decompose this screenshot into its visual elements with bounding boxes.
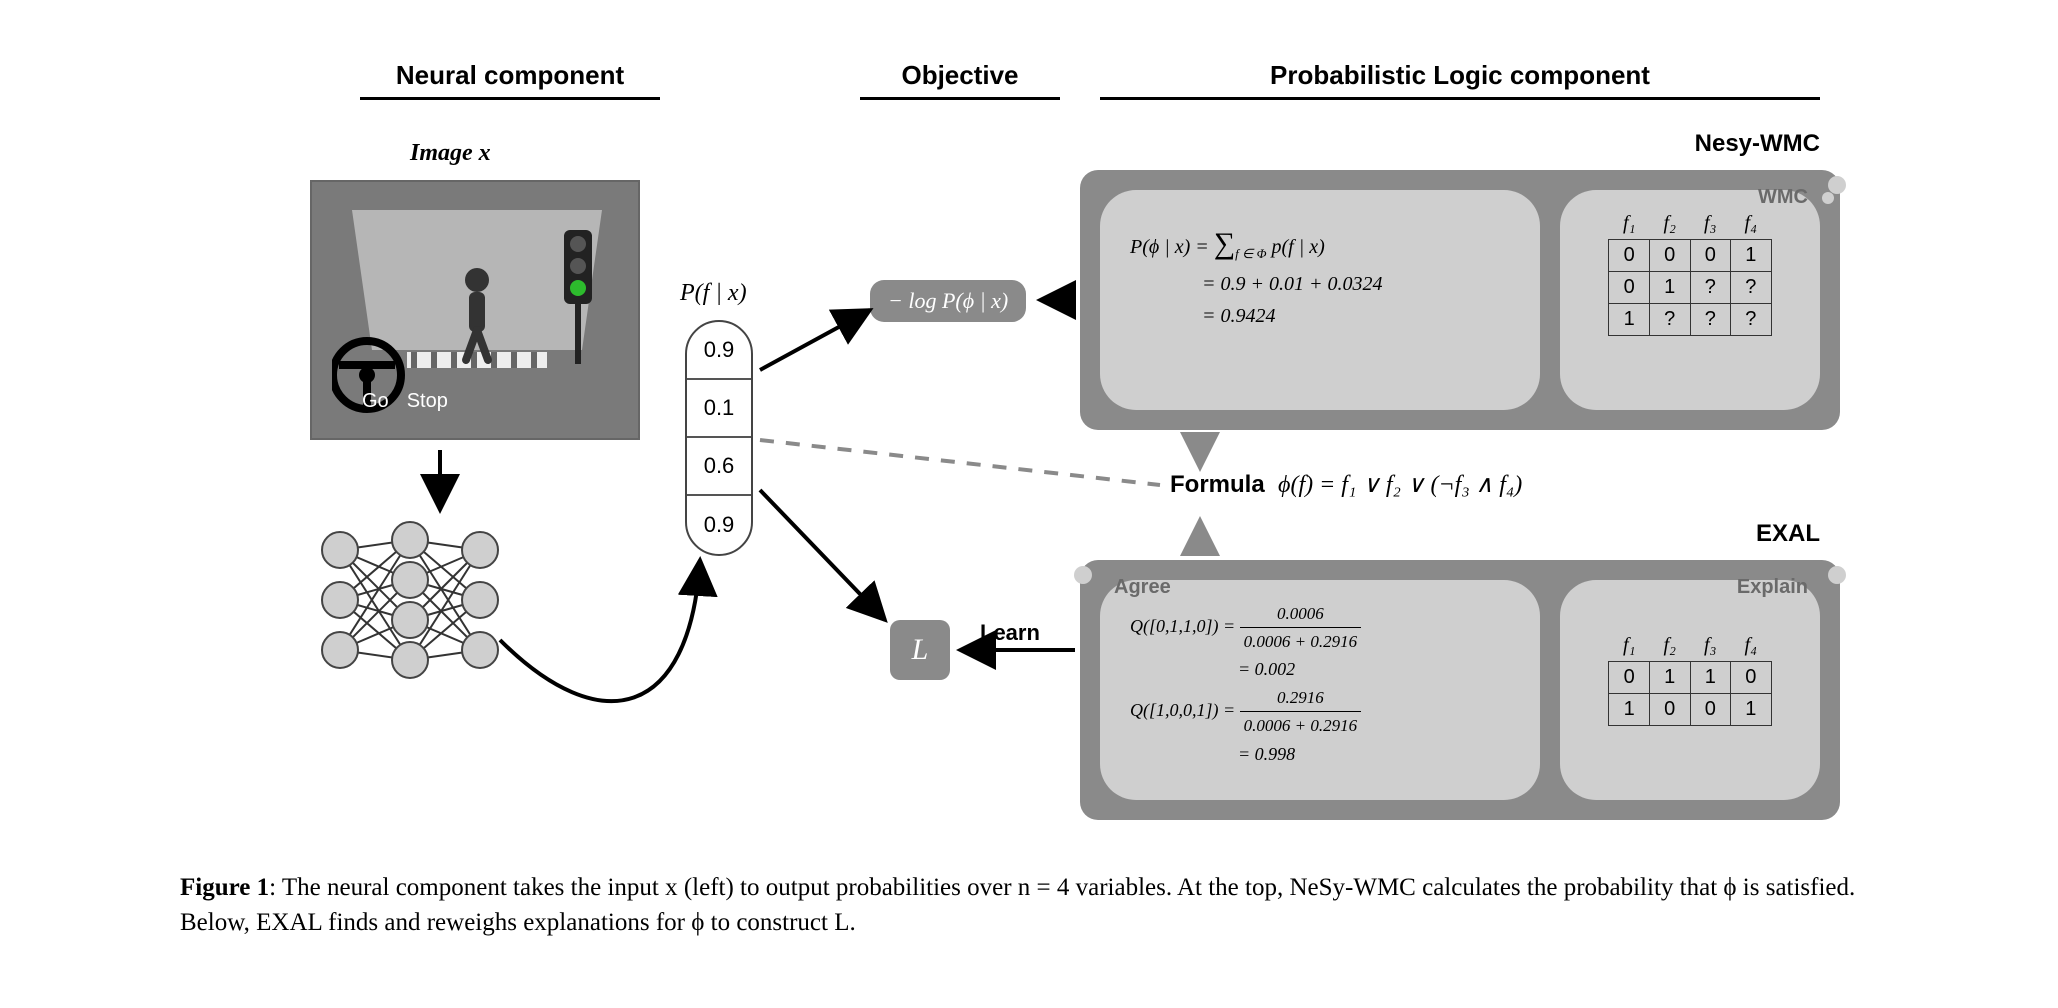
image-x-label: Image x	[410, 140, 491, 167]
td: 0	[1731, 662, 1772, 694]
q2-num: 0.2916	[1240, 684, 1361, 712]
td: ?	[1731, 272, 1772, 304]
td: 1	[1690, 662, 1731, 694]
nesy-wmc-panel: Nesy-WMC P(ϕ | x) = ∑f ∈ Φ p(f | x) = 0.…	[1080, 170, 1840, 430]
figure-caption: Figure 1: The neural component takes the…	[180, 870, 1880, 940]
th: f₁	[1609, 208, 1650, 240]
th: f₃	[1690, 208, 1731, 240]
td: 0	[1649, 240, 1690, 272]
header-objective: Objective	[860, 60, 1060, 100]
exal-title: EXAL	[1756, 520, 1820, 548]
q2-den: 0.0006 + 0.2916	[1240, 712, 1361, 739]
learn-label: Learn	[980, 620, 1040, 646]
formula-prefix: Formula	[1170, 471, 1265, 498]
prob-cell: 0.1	[687, 380, 751, 438]
td: ?	[1690, 272, 1731, 304]
nesy-sum-body: p(f | x)	[1272, 236, 1325, 258]
nesy-sum-sub: f ∈ Φ	[1235, 246, 1266, 261]
nesy-wmc-title: Nesy-WMC	[1695, 130, 1820, 158]
wmc-label: WMC	[1758, 186, 1808, 209]
prob-cell: 0.6	[687, 438, 751, 496]
street-scene-icon	[332, 200, 622, 420]
q2-lhs: Q([1,0,0,1]) =	[1130, 700, 1235, 720]
nesy-line3: = 0.9424	[1130, 300, 1383, 332]
probability-vector: 0.9 0.1 0.6 0.9	[685, 320, 753, 556]
td: 0	[1609, 240, 1650, 272]
td: 0	[1690, 240, 1731, 272]
th: f₃	[1690, 630, 1731, 662]
th: f₁	[1609, 630, 1650, 662]
q1-lhs: Q([0,1,1,0]) =	[1130, 616, 1235, 636]
nesy-eq-cloud: P(ϕ | x) = ∑f ∈ Φ p(f | x) = 0.9 + 0.01 …	[1100, 190, 1540, 410]
header-logic: Probabilistic Logic component	[1100, 60, 1820, 100]
q1-res: = 0.002	[1130, 655, 1361, 684]
caption-label: Figure 1	[180, 874, 269, 901]
td: 0	[1609, 272, 1650, 304]
td: 1	[1609, 304, 1650, 336]
th: f₂	[1649, 630, 1690, 662]
header-objective-text: Objective	[901, 60, 1018, 90]
agree-label: Agree	[1114, 576, 1171, 599]
p-f-given-x-label: P(f | x)	[680, 280, 747, 307]
formula-phi: Formula ϕ(f) = f₁ ∨ f₂ ∨ (¬f₃ ∧ f₄)	[1170, 470, 1522, 499]
q2-res: = 0.998	[1130, 740, 1361, 769]
q1-num: 0.0006	[1240, 600, 1361, 628]
neural-network-icon	[310, 520, 510, 680]
nesy-line2: = 0.9 + 0.01 + 0.0324	[1130, 268, 1383, 300]
objective-neg-log-p: − log P(ϕ | x)	[870, 280, 1026, 322]
explain-label: Explain	[1737, 576, 1808, 599]
wmc-cloud: WMC f₁f₂f₃f₄ 0001 01?? 1???	[1560, 190, 1820, 410]
agree-cloud: Agree Q([0,1,1,0]) = 0.00060.0006 + 0.29…	[1100, 580, 1540, 800]
td: 1	[1731, 694, 1772, 726]
td: 1	[1731, 240, 1772, 272]
header-logic-text: Probabilistic Logic component	[1270, 60, 1650, 90]
caption-text: : The neural component takes the input x…	[180, 874, 1855, 936]
figure-1: Neural component Objective Probabilistic…	[0, 0, 2058, 1008]
td: 1	[1649, 662, 1690, 694]
go-label: Go	[362, 390, 389, 413]
td: 1	[1649, 272, 1690, 304]
prob-cell: 0.9	[687, 322, 751, 380]
formula-body: ϕ(f) = f₁ ∨ f₂ ∨ (¬f₃ ∧ f₄)	[1278, 472, 1522, 498]
td: ?	[1690, 304, 1731, 336]
td: 0	[1649, 694, 1690, 726]
input-image: Go Stop	[310, 180, 640, 440]
nesy-lhs: P(ϕ | x) =	[1130, 236, 1209, 258]
loss-L: L	[890, 620, 950, 680]
td: 0	[1609, 662, 1650, 694]
td: ?	[1731, 304, 1772, 336]
td: 0	[1690, 694, 1731, 726]
stop-label: Stop	[407, 390, 448, 413]
td: 1	[1609, 694, 1650, 726]
exal-panel: EXAL Agree Q([0,1,1,0]) = 0.00060.0006 +…	[1080, 560, 1840, 820]
td: ?	[1649, 304, 1690, 336]
th: f₄	[1731, 630, 1772, 662]
wmc-table: f₁f₂f₃f₄ 0001 01?? 1???	[1608, 208, 1771, 336]
header-neural: Neural component	[360, 60, 660, 100]
prob-cell: 0.9	[687, 496, 751, 554]
header-neural-text: Neural component	[396, 60, 624, 90]
th: f₄	[1731, 208, 1772, 240]
q1-den: 0.0006 + 0.2916	[1240, 628, 1361, 655]
explain-cloud: Explain f₁f₂f₃f₄ 0110 1001	[1560, 580, 1820, 800]
th: f₂	[1649, 208, 1690, 240]
explain-table: f₁f₂f₃f₄ 0110 1001	[1608, 630, 1771, 726]
